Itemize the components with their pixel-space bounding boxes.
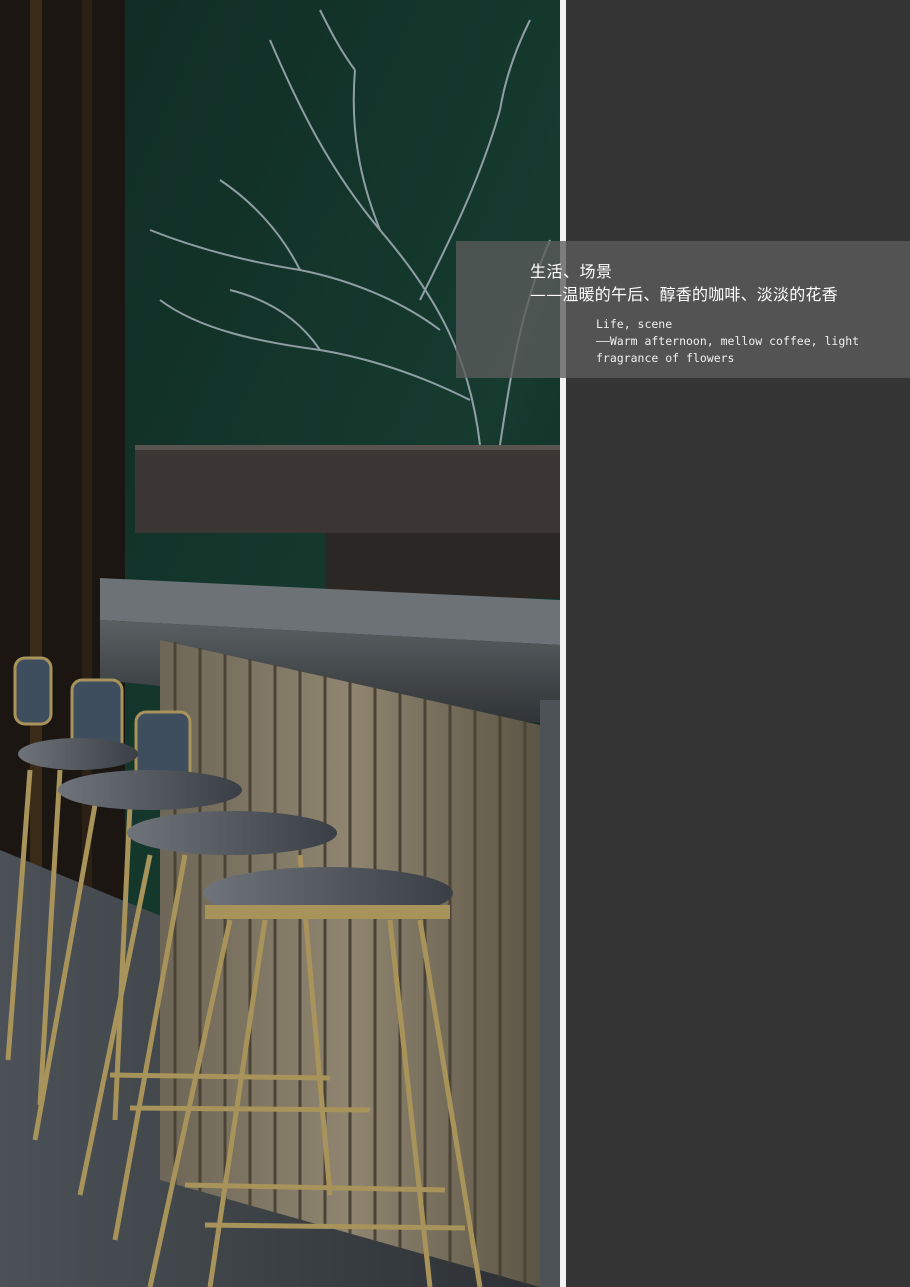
page: 生活、场景 ——温暖的午后、醇香的咖啡、淡淡的花香 Life, scene ——…	[0, 0, 910, 1287]
caption-en-block: Life, scene ——Warm afternoon, mellow cof…	[596, 316, 896, 367]
bar-counter-photo	[0, 0, 560, 1287]
photo-divider	[560, 0, 566, 1287]
caption-cn-subtitle: ——温暖的午后、醇香的咖啡、淡淡的花香	[530, 285, 838, 304]
caption-en-line-1: Life, scene	[596, 317, 673, 331]
caption-en-line-2: ——Warm afternoon, mellow coffee, light	[596, 334, 860, 348]
caption-en-line-3: fragrance of flowers	[596, 351, 735, 365]
caption-cn-title: 生活、场景	[530, 262, 613, 281]
